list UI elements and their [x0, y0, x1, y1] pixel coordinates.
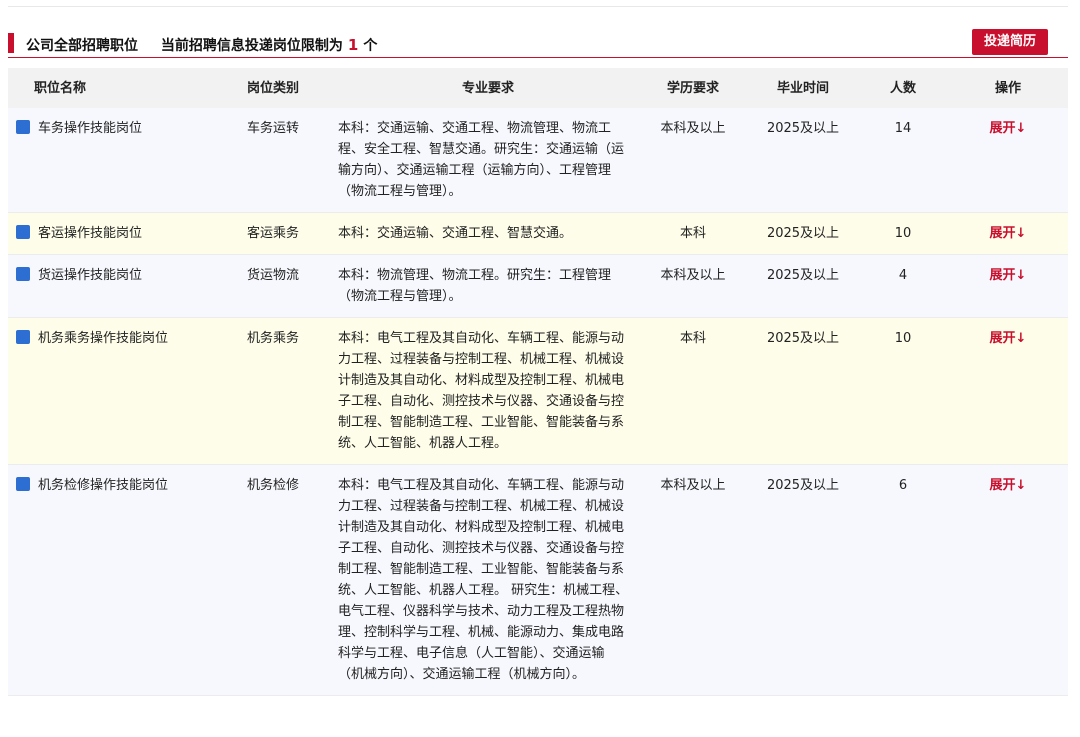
column-header-degree: 学历要求	[638, 68, 748, 108]
degree-requirement: 本科及以上	[638, 464, 748, 696]
apply-resume-button[interactable]: 投递简历	[972, 29, 1048, 55]
job-table: 职位名称 岗位类别 专业要求 学历要求 毕业时间 人数 操作 车务操作技能岗位 …	[8, 68, 1068, 696]
table-row: 客运操作技能岗位 客运乘务 本科：交通运输、交通工程、智慧交通。 本科 2025…	[8, 212, 1068, 255]
graduation-time: 2025及以上	[748, 212, 858, 255]
column-header-category: 岗位类别	[208, 68, 338, 108]
job-list-header: 公司全部招聘职位 当前招聘信息投递岗位限制为 1 个 投递简历	[8, 28, 1068, 58]
headcount: 10	[858, 212, 948, 255]
graduation-time: 2025及以上	[748, 317, 858, 465]
major-requirement: 本科：物流管理、物流工程。研究生：工程管理（物流工程与管理）。	[338, 254, 638, 318]
job-name-cell: 机务乘务操作技能岗位	[8, 317, 208, 465]
table-header-row: 职位名称 岗位类别 专业要求 学历要求 毕业时间 人数 操作	[8, 68, 1068, 108]
graduation-time: 2025及以上	[748, 108, 858, 213]
job-category: 车务运转	[208, 108, 338, 213]
expand-link[interactable]: 展开↓	[990, 331, 1027, 346]
top-divider	[8, 6, 1068, 7]
expand-link[interactable]: 展开↓	[990, 121, 1027, 136]
degree-requirement: 本科	[638, 212, 748, 255]
job-name: 机务乘务操作技能岗位	[38, 331, 169, 346]
expand-link[interactable]: 展开↓	[990, 226, 1027, 241]
job-name-cell: 客运操作技能岗位	[8, 212, 208, 255]
column-header-graduation: 毕业时间	[748, 68, 858, 108]
graduation-time: 2025及以上	[748, 254, 858, 318]
action-cell: 展开↓	[948, 317, 1068, 465]
limit-prefix: 当前招聘信息投递岗位限制为	[160, 38, 343, 54]
degree-requirement: 本科及以上	[638, 108, 748, 213]
major-requirement: 本科：电气工程及其自动化、车辆工程、能源与动力工程、过程装备与控制工程、机械工程…	[338, 317, 638, 465]
job-name: 客运操作技能岗位	[38, 226, 143, 241]
major-requirement: 本科：交通运输、交通工程、物流管理、物流工程、安全工程、智慧交通。研究生：交通运…	[338, 108, 638, 213]
application-limit-text: 当前招聘信息投递岗位限制为 1 个	[160, 36, 378, 54]
major-requirement: 本科：交通运输、交通工程、智慧交通。	[338, 212, 638, 255]
headcount: 14	[858, 108, 948, 213]
job-category: 机务检修	[208, 464, 338, 696]
job-category: 货运物流	[208, 254, 338, 318]
expand-link[interactable]: 展开↓	[990, 478, 1027, 493]
job-list-page: 公司全部招聘职位 当前招聘信息投递岗位限制为 1 个 投递简历 职位名称 岗位类别 …	[0, 0, 1080, 737]
headcount: 4	[858, 254, 948, 318]
square-bullet-icon	[16, 267, 30, 281]
column-header-major: 专业要求	[338, 68, 638, 108]
table-row: 货运操作技能岗位 货运物流 本科：物流管理、物流工程。研究生：工程管理（物流工程…	[8, 254, 1068, 318]
table-row: 机务检修操作技能岗位 机务检修 本科：电气工程及其自动化、车辆工程、能源与动力工…	[8, 464, 1068, 696]
job-name: 车务操作技能岗位	[38, 121, 143, 136]
square-bullet-icon	[16, 477, 30, 491]
column-header-count: 人数	[858, 68, 948, 108]
job-name-cell: 机务检修操作技能岗位	[8, 464, 208, 696]
header-accent-bar	[8, 33, 14, 53]
major-requirement: 本科：电气工程及其自动化、车辆工程、能源与动力工程、过程装备与控制工程、机械工程…	[338, 464, 638, 696]
degree-requirement: 本科	[638, 317, 748, 465]
limit-suffix: 个	[363, 38, 378, 54]
page-title: 公司全部招聘职位	[26, 38, 138, 54]
job-category: 客运乘务	[208, 212, 338, 255]
expand-link[interactable]: 展开↓	[990, 268, 1027, 283]
job-category: 机务乘务	[208, 317, 338, 465]
table-row: 机务乘务操作技能岗位 机务乘务 本科：电气工程及其自动化、车辆工程、能源与动力工…	[8, 317, 1068, 465]
column-header-action: 操作	[948, 68, 1068, 108]
action-cell: 展开↓	[948, 464, 1068, 696]
headcount: 10	[858, 317, 948, 465]
column-header-name: 职位名称	[8, 68, 208, 108]
degree-requirement: 本科及以上	[638, 254, 748, 318]
action-cell: 展开↓	[948, 108, 1068, 213]
limit-count: 1	[347, 36, 359, 54]
job-name: 机务检修操作技能岗位	[38, 478, 169, 493]
graduation-time: 2025及以上	[748, 464, 858, 696]
header-title-line: 公司全部招聘职位 当前招聘信息投递岗位限制为 1 个	[26, 35, 377, 55]
job-name-cell: 货运操作技能岗位	[8, 254, 208, 318]
square-bullet-icon	[16, 120, 30, 134]
table-row: 车务操作技能岗位 车务运转 本科：交通运输、交通工程、物流管理、物流工程、安全工…	[8, 108, 1068, 213]
job-name-cell: 车务操作技能岗位	[8, 108, 208, 213]
square-bullet-icon	[16, 330, 30, 344]
action-cell: 展开↓	[948, 212, 1068, 255]
headcount: 6	[858, 464, 948, 696]
action-cell: 展开↓	[948, 254, 1068, 318]
square-bullet-icon	[16, 225, 30, 239]
job-name: 货运操作技能岗位	[38, 268, 143, 283]
